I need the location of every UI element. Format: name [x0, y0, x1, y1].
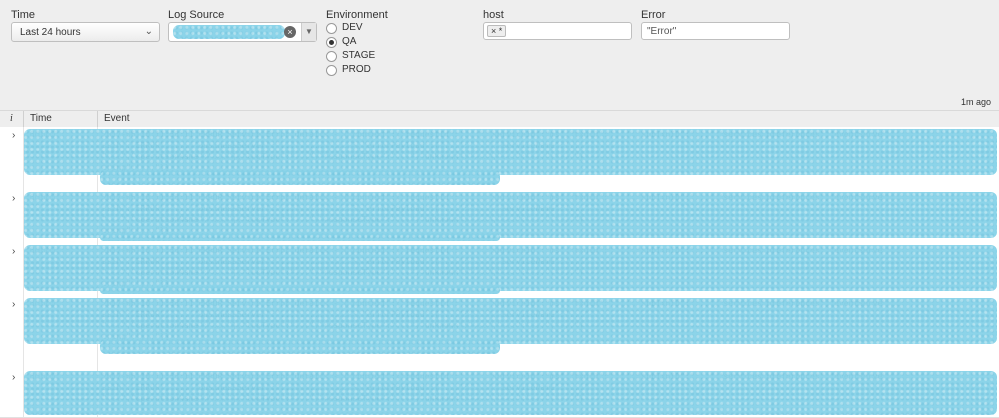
table-row[interactable]: ›6/10/172017-06-10 11:58:11 ERROR Servic… — [0, 296, 999, 370]
time-column-header[interactable]: Time — [23, 111, 96, 127]
env-option-label: PROD — [342, 64, 371, 75]
table-row[interactable]: ›6/10/172017-06-10 11:58:11 ERROR Servic… — [0, 127, 999, 191]
redaction-mark — [24, 192, 997, 238]
host-token[interactable]: × * — [487, 25, 507, 37]
redaction-mark — [100, 287, 500, 294]
redaction-mark — [100, 340, 500, 354]
redaction-mark — [100, 234, 500, 241]
env-option-label: STAGE — [342, 50, 376, 61]
env-option-label: QA — [342, 36, 357, 47]
dropdown-arrow-icon[interactable]: ▼ — [301, 23, 316, 41]
table-row[interactable]: ›6/10/172017-06-10 11:58:11 ERROR Servic… — [0, 369, 999, 418]
time-range-value: Last 24 hours — [20, 27, 81, 38]
redaction-mark — [24, 245, 997, 291]
redaction-mark — [24, 371, 997, 415]
error-text-input[interactable]: "Error" — [641, 22, 790, 40]
table-row[interactable]: ›6/10/172017-06-10 11:58:11 ERROR Servic… — [0, 190, 999, 244]
host-filter-label: host — [483, 9, 504, 21]
last-updated-text: 1m ago — [960, 97, 991, 107]
env-option-label: DEV — [342, 22, 363, 33]
expand-row-icon[interactable]: › — [12, 372, 15, 383]
radio-button-selected[interactable] — [326, 37, 337, 48]
table-row[interactable]: ›6/10/172017-06-10 11:58:11 ERROR Servic… — [0, 243, 999, 297]
time-filter-label: Time — [11, 9, 36, 21]
redaction-mark — [24, 129, 997, 175]
redaction-mark — [173, 25, 285, 39]
error-filter-label: Error — [641, 9, 666, 21]
expand-row-icon[interactable]: › — [12, 130, 15, 141]
clear-icon[interactable]: × — [284, 26, 296, 38]
info-column-header[interactable]: i — [10, 111, 13, 127]
chevron-down-icon: ⌄ — [144, 26, 153, 37]
host-multiselect[interactable]: × * — [483, 22, 632, 40]
results-table-header: i Time Event — [0, 110, 999, 128]
expand-row-icon[interactable]: › — [12, 299, 15, 310]
redaction-mark — [24, 298, 997, 344]
expand-row-icon[interactable]: › — [12, 193, 15, 204]
redaction-mark — [100, 413, 500, 415]
redaction-mark — [100, 171, 500, 185]
filter-panel: Time Last 24 hours ⌄ Log Source × ▼ Envi… — [0, 0, 999, 110]
radio-button[interactable] — [326, 23, 337, 34]
expand-row-icon[interactable]: › — [12, 246, 15, 257]
environment-label: Environment — [326, 9, 388, 21]
log-source-label: Log Source — [168, 9, 225, 21]
radio-button[interactable] — [326, 65, 337, 76]
log-source-combo[interactable]: × ▼ — [168, 22, 317, 42]
radio-button[interactable] — [326, 51, 337, 62]
time-range-select[interactable]: Last 24 hours ⌄ — [11, 22, 160, 42]
event-column-header[interactable]: Event — [97, 111, 999, 127]
